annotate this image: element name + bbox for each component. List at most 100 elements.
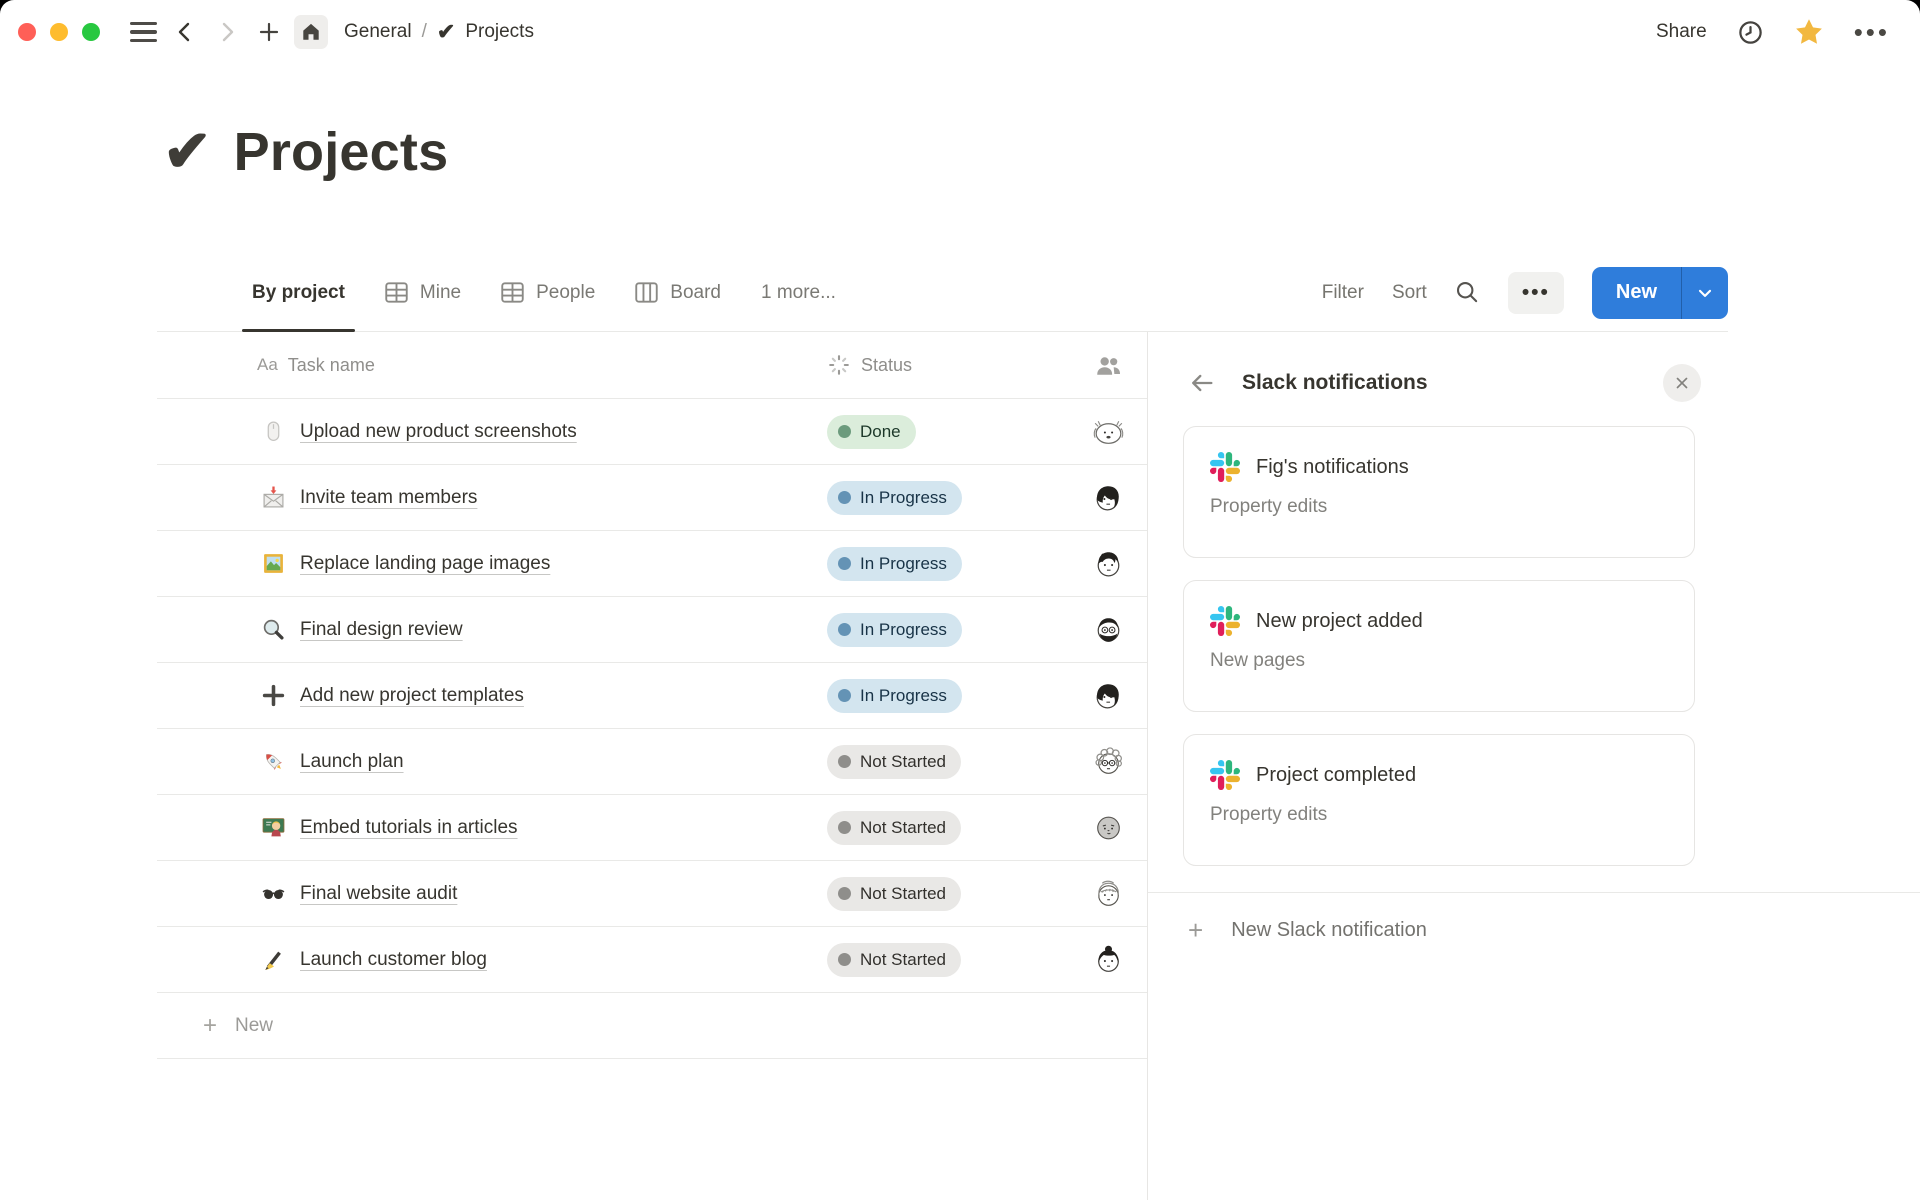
tab-mine[interactable]: Mine — [385, 254, 461, 331]
minimize-window-button[interactable] — [50, 23, 68, 41]
table-row[interactable]: Replace landing page images In Progress — [157, 531, 1147, 597]
slack-notification-card[interactable]: New project added New pages — [1183, 580, 1695, 712]
filter-button[interactable]: Filter — [1322, 282, 1364, 304]
more-options-button[interactable]: ••• — [1854, 19, 1890, 45]
task-name-link[interactable]: Launch plan — [300, 751, 404, 772]
status-dot — [838, 623, 851, 636]
breadcrumb-section[interactable]: General — [344, 21, 412, 43]
favorite-button[interactable] — [1794, 17, 1824, 47]
avatar[interactable] — [1090, 611, 1127, 648]
status-badge[interactable]: In Progress — [827, 679, 962, 713]
home-icon — [300, 21, 322, 43]
avatar[interactable] — [1090, 545, 1127, 582]
table-row[interactable]: Upload new product screenshots Done — [157, 399, 1147, 465]
slack-logo-icon — [1210, 452, 1240, 482]
status-dot — [838, 953, 851, 966]
rocket-emoji — [262, 750, 300, 773]
table-row[interactable]: Add new project templates In Progress — [157, 663, 1147, 729]
status-badge[interactable]: Not Started — [827, 943, 961, 977]
notification-title: New project added — [1256, 610, 1423, 633]
page-check-icon-large[interactable]: ✔ — [163, 123, 212, 181]
avatar[interactable] — [1090, 479, 1127, 516]
task-name-link[interactable]: Replace landing page images — [300, 553, 550, 574]
task-name-link[interactable]: Upload new product screenshots — [300, 421, 577, 442]
status-badge[interactable]: Done — [827, 415, 916, 449]
view-tabs: By project Mine People Board 1 more... — [252, 254, 836, 331]
new-slack-notification-button[interactable]: + New Slack notification — [1188, 917, 1920, 943]
panel-close-button[interactable] — [1663, 364, 1701, 402]
avatar[interactable] — [1090, 875, 1127, 912]
sidebar-menu-button[interactable] — [126, 15, 160, 49]
status-badge[interactable]: In Progress — [827, 613, 962, 647]
home-button[interactable] — [294, 15, 328, 49]
task-name-link[interactable]: Final website audit — [300, 883, 457, 904]
sort-button[interactable]: Sort — [1392, 282, 1427, 304]
panel-header: Slack notifications — [1148, 362, 1920, 404]
table-row[interactable]: Launch customer blog Not Started — [157, 927, 1147, 993]
view-options-button[interactable]: ••• — [1508, 272, 1564, 314]
forward-button[interactable] — [210, 15, 244, 49]
status-badge[interactable]: Not Started — [827, 811, 961, 845]
zoom-window-button[interactable] — [82, 23, 100, 41]
task-name-link[interactable]: Embed tutorials in articles — [300, 817, 518, 838]
new-split-button: New — [1592, 267, 1728, 319]
table-header-row: Aa Task name Status — [157, 332, 1147, 399]
status-badge[interactable]: In Progress — [827, 547, 962, 581]
task-name-link[interactable]: Launch customer blog — [300, 949, 487, 970]
status-badge[interactable]: Not Started — [827, 745, 961, 779]
updates-button[interactable] — [1737, 19, 1764, 46]
status-badge[interactable]: In Progress — [827, 481, 962, 515]
slack-notification-card[interactable]: Fig's notifications Property edits — [1183, 426, 1695, 558]
breadcrumb-separator: / — [422, 21, 427, 43]
status-badge[interactable]: Not Started — [827, 877, 961, 911]
task-name-link[interactable]: Add new project templates — [300, 685, 524, 706]
page-title[interactable]: Projects — [234, 121, 449, 183]
avatar[interactable] — [1090, 809, 1127, 846]
panel-back-button[interactable] — [1188, 369, 1216, 397]
page-check-icon: ✔ — [437, 19, 455, 45]
status-dot — [838, 425, 851, 438]
close-window-button[interactable] — [18, 23, 36, 41]
notification-subtitle: Property edits — [1210, 496, 1668, 518]
table-row[interactable]: Launch plan Not Started — [157, 729, 1147, 795]
table-row[interactable]: Embed tutorials in articles Not Started — [157, 795, 1147, 861]
text-property-icon: Aa — [257, 355, 278, 375]
status-dot — [838, 557, 851, 570]
task-name-link[interactable]: Final design review — [300, 619, 463, 640]
column-status[interactable]: Status — [827, 353, 1070, 377]
avatar[interactable] — [1090, 677, 1127, 714]
status-dot — [838, 755, 851, 768]
column-task-name[interactable]: Aa Task name — [257, 355, 827, 376]
status-dot — [838, 821, 851, 834]
slack-logo-icon — [1210, 606, 1240, 636]
tab-board[interactable]: Board — [635, 254, 721, 331]
slack-notification-card[interactable]: Project completed Property edits — [1183, 734, 1695, 866]
new-row-button[interactable]: + New — [157, 993, 1147, 1059]
slack-notifications-panel: Slack notifications Fig's notifications … — [1147, 332, 1920, 1200]
task-name-link[interactable]: Invite team members — [300, 487, 477, 508]
new-button[interactable]: New — [1592, 267, 1681, 319]
table-row[interactable]: Final website audit Not Started — [157, 861, 1147, 927]
avatar[interactable] — [1090, 941, 1127, 978]
arrow-left-icon — [1188, 369, 1216, 397]
column-person[interactable] — [1070, 353, 1147, 378]
search-button[interactable] — [1455, 280, 1480, 305]
tab-more-views[interactable]: 1 more... — [761, 254, 836, 331]
board-view-icon — [635, 282, 658, 303]
table-row[interactable]: Final design review In Progress — [157, 597, 1147, 663]
writing-hand-emoji — [262, 948, 300, 971]
chevron-right-icon — [215, 20, 239, 44]
plus-icon — [257, 20, 281, 44]
breadcrumb-page[interactable]: Projects — [465, 21, 534, 43]
avatar[interactable] — [1090, 413, 1127, 450]
tab-people[interactable]: People — [501, 254, 595, 331]
avatar[interactable] — [1090, 743, 1127, 780]
new-page-button[interactable] — [252, 15, 286, 49]
tab-by-project[interactable]: By project — [252, 254, 345, 331]
back-button[interactable] — [168, 15, 202, 49]
notification-title: Fig's notifications — [1256, 456, 1409, 479]
topbar-actions: Share ••• — [1656, 17, 1890, 47]
table-row[interactable]: Invite team members In Progress — [157, 465, 1147, 531]
share-button[interactable]: Share — [1656, 21, 1707, 43]
new-dropdown-button[interactable] — [1682, 267, 1728, 319]
